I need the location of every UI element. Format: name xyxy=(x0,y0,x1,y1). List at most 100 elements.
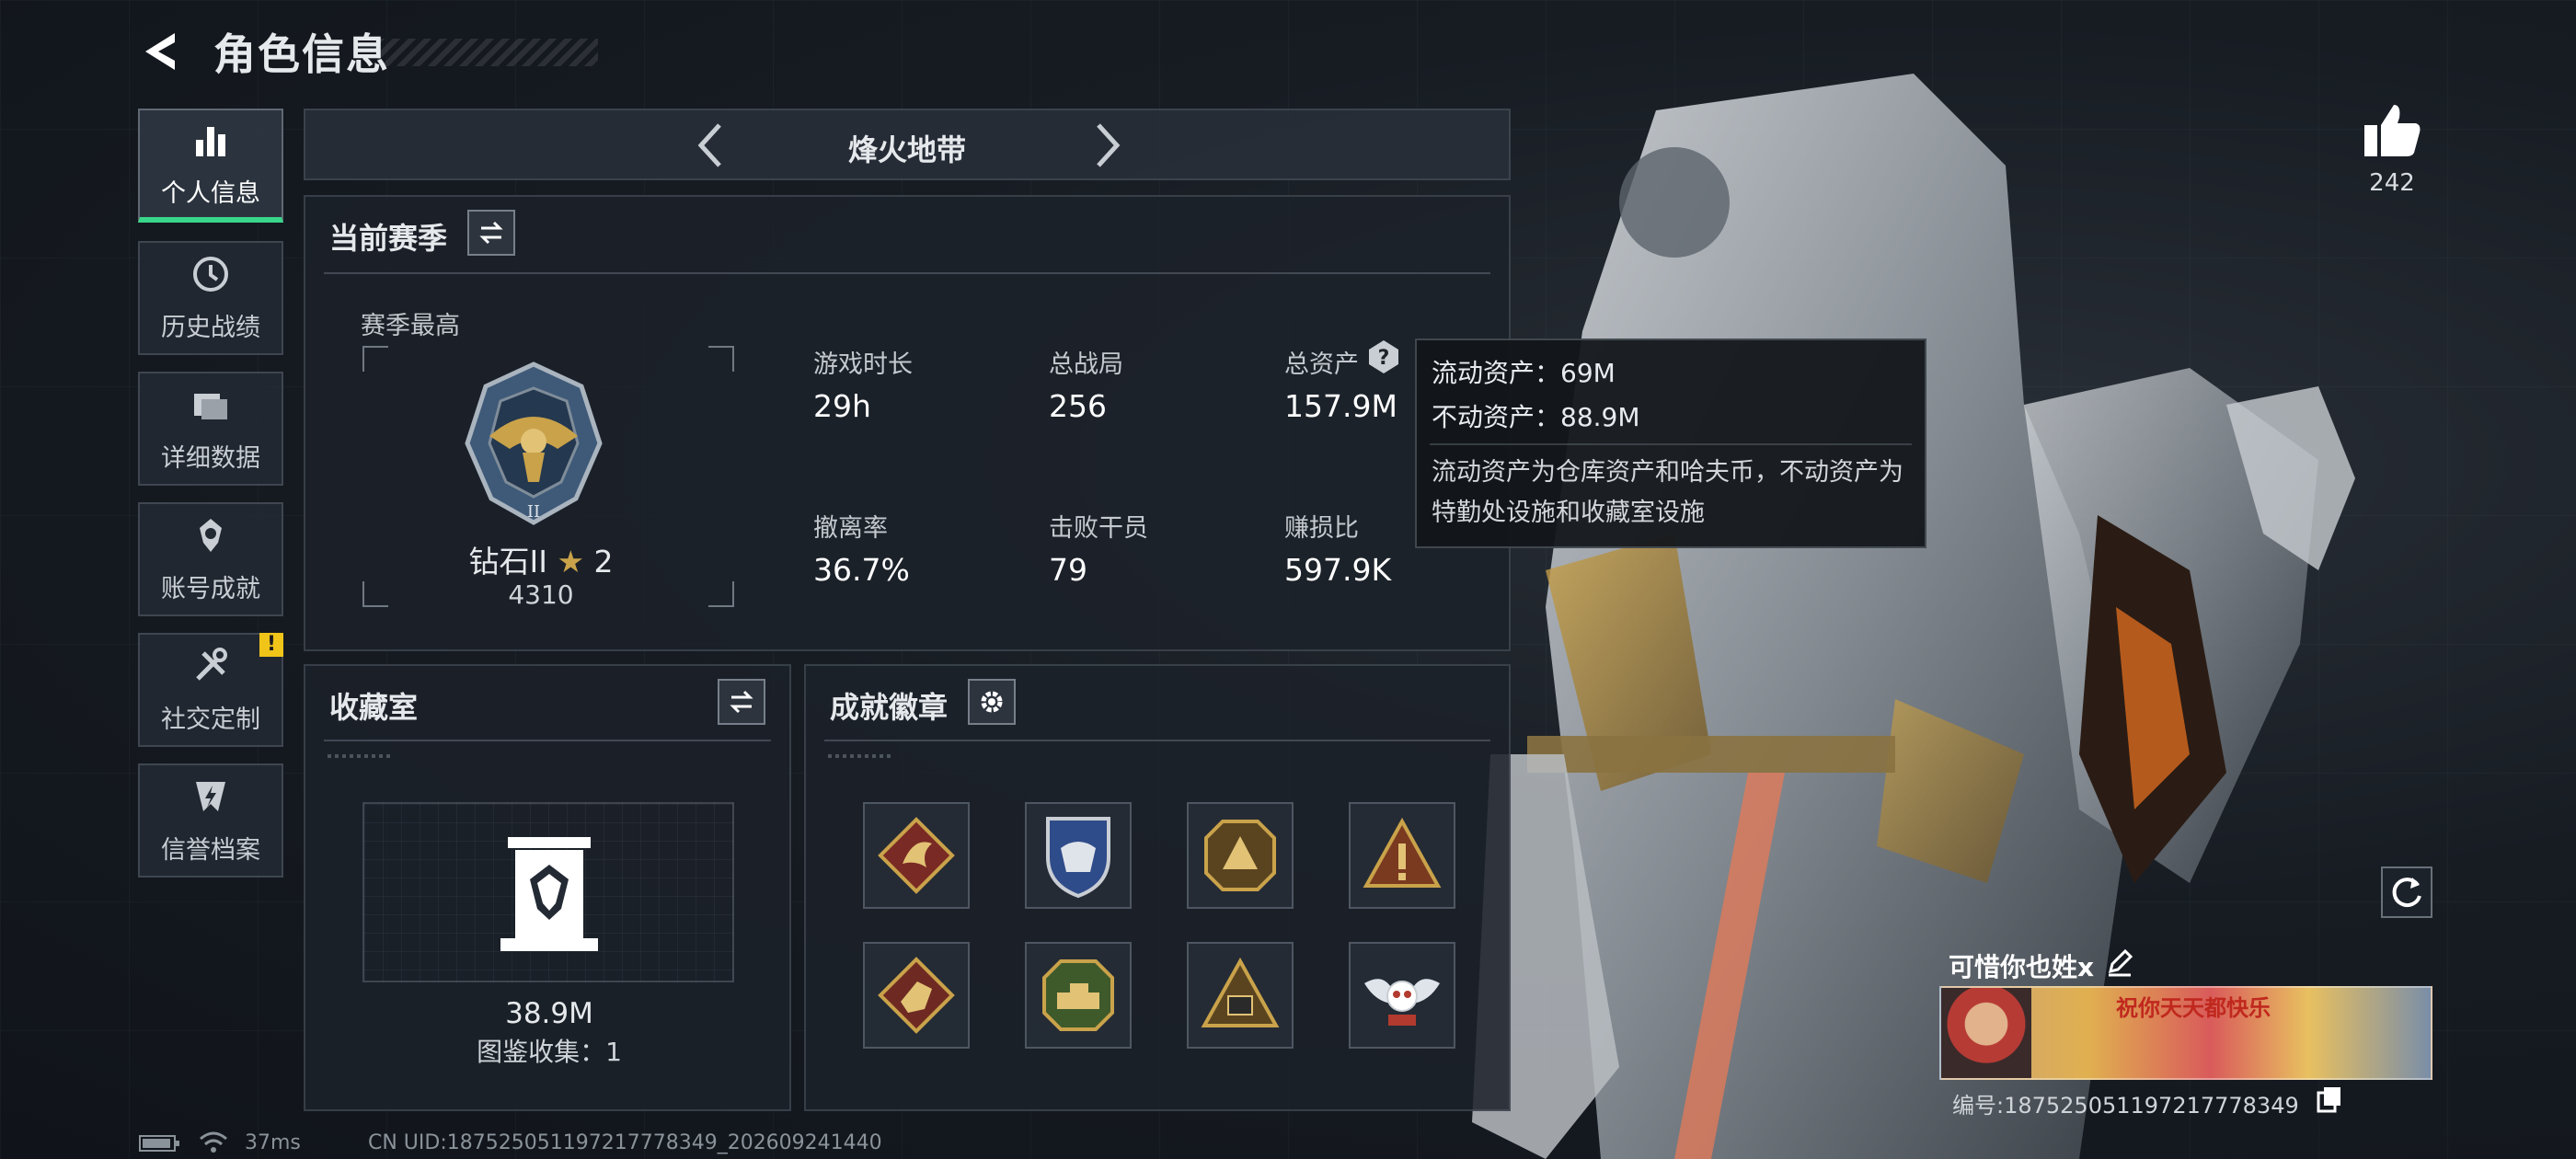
swap-icon xyxy=(730,690,753,714)
badge-slot[interactable] xyxy=(1349,942,1455,1049)
stat-label-extract-rate: 撤离率 xyxy=(813,514,888,543)
nav-label: 账号成就 xyxy=(161,574,260,603)
swap-icon xyxy=(479,221,503,245)
mode-title: 烽火地带 xyxy=(847,132,966,167)
dragon-badge-icon xyxy=(878,817,955,894)
stat-label-total-assets: 总资产 xyxy=(1284,350,1359,379)
switch-collection-button[interactable] xyxy=(718,679,765,725)
decor-rule xyxy=(328,754,392,758)
page-title: 角色信息 xyxy=(213,29,390,79)
nav-label: 信誉档案 xyxy=(161,835,260,865)
badge-settings-button[interactable] xyxy=(968,679,1016,725)
nav-label: 详细数据 xyxy=(161,443,260,473)
tooltip-divider xyxy=(1430,443,1912,445)
player-id: 编号:1875250511972177783​49 xyxy=(1952,1093,2299,1119)
switch-season-button[interactable] xyxy=(467,210,515,256)
badge-slot[interactable] xyxy=(1025,942,1132,1049)
help-question-icon[interactable]: ? xyxy=(1365,339,1402,375)
copy-icon[interactable] xyxy=(2317,1085,2342,1113)
stat-value-operators-defeated: 79 xyxy=(1049,552,1087,588)
stat-label-operators-defeated: 击败干员 xyxy=(1049,514,1148,543)
tooltip-liquid-assets: 流动资产：69M xyxy=(1432,358,1616,388)
collection-title: 收藏室 xyxy=(329,690,419,725)
frame-corner xyxy=(362,346,388,372)
season-panel: 当前赛季 赛季最高 II 钻石II ★ 2 4310 游戏时长 29h 总战局 … xyxy=(304,195,1511,651)
collection-value: 38.9M xyxy=(505,997,593,1030)
collection-panel[interactable]: 收藏室 38.9M 图鉴收集：1 xyxy=(304,664,791,1111)
stat-label-total-matches: 总战局 xyxy=(1049,350,1123,379)
assets-tooltip: 流动资产：69M 不动资产：88.9M 流动资产为仓库资产和哈夫币，不动资产为特… xyxy=(1415,339,1926,548)
battery-icon xyxy=(139,1135,179,1152)
header: 角色信息 xyxy=(138,24,390,79)
gear-icon xyxy=(981,691,1003,713)
uid-text: CN UID:187525051197217778349_20260924144… xyxy=(368,1131,882,1154)
avatar xyxy=(1941,988,2031,1078)
stat-value-total-assets: 157.9M xyxy=(1284,388,1397,424)
pyramid-badge-icon xyxy=(1201,957,1280,1027)
tooltip-fixed-assets: 不动资产：88.9M xyxy=(1432,402,1640,432)
warning-badge: ! xyxy=(259,633,283,657)
rank-stars: 2 xyxy=(593,544,614,580)
stat-value-profit-ratio: 597.9K xyxy=(1284,552,1392,588)
tank-badge-icon xyxy=(1042,959,1114,1031)
winged-skull-badge-icon xyxy=(1364,979,1440,1026)
nav-item-reputation[interactable]: 信誉档案 xyxy=(138,763,283,878)
delta-force-badge-icon xyxy=(1204,820,1276,891)
section-divider xyxy=(824,740,1490,741)
nav-item-detailed-data[interactable]: 详细数据 xyxy=(138,372,283,486)
history-clock-icon xyxy=(193,256,228,292)
medal-icon xyxy=(200,518,222,552)
badge-slot[interactable] xyxy=(863,942,970,1049)
tooltip-description: 流动资产为仓库资产和哈夫币，不动资产为特勤处设施和收藏室设施 xyxy=(1432,458,1903,527)
banner-caption: 祝你天天都快乐 xyxy=(2116,995,2271,1021)
stat-label-profit-ratio: 赚损比 xyxy=(1284,514,1359,543)
frame-corner xyxy=(708,581,734,607)
rotate-model-button[interactable] xyxy=(2381,866,2432,918)
back-arrow-icon[interactable] xyxy=(138,28,182,75)
rank-name: 钻石II xyxy=(468,544,547,580)
achievements-title: 成就徽章 xyxy=(830,690,949,725)
chevron-right-icon[interactable] xyxy=(1089,118,1126,173)
achievements-panel: 成就徽章 xyxy=(804,664,1511,1111)
svg-text:?: ? xyxy=(1378,347,1390,370)
nav-item-personal-info[interactable]: 个人信息 xyxy=(138,109,283,223)
rank-star-icon: ★ xyxy=(557,544,585,580)
edit-name-icon[interactable] xyxy=(2105,947,2134,977)
diamond-rank-emblem: II xyxy=(465,361,603,525)
folder-icon xyxy=(194,393,227,419)
badge-slot[interactable] xyxy=(1349,802,1455,909)
shield-lightning-icon xyxy=(196,781,225,811)
season-highest-label: 赛季最高 xyxy=(361,312,460,340)
shield-badge-icon xyxy=(1046,817,1110,899)
thumbs-up-icon[interactable] xyxy=(2361,101,2423,160)
stat-label-play-time: 游戏时长 xyxy=(813,350,913,379)
like-count: 242 xyxy=(2369,169,2415,197)
warning-triangle-badge-icon xyxy=(1363,817,1442,888)
rank-line: 钻石II ★ 2 xyxy=(394,537,688,581)
svg-text:II: II xyxy=(527,502,540,522)
badge-slot[interactable] xyxy=(863,802,970,909)
stat-value-total-matches: 256 xyxy=(1049,388,1107,424)
fist-badge-icon xyxy=(878,957,955,1034)
nav-item-achievements[interactable]: 账号成就 xyxy=(138,502,283,616)
player-name: 可惜你也姓x xyxy=(1949,952,2095,982)
badge-slot[interactable] xyxy=(1187,942,1294,1049)
decor-rule xyxy=(828,754,892,758)
section-divider xyxy=(324,740,771,741)
refresh-icon xyxy=(2392,878,2421,908)
season-title: 当前赛季 xyxy=(329,221,448,256)
bar-chart-icon xyxy=(196,126,225,156)
tools-icon xyxy=(196,647,227,681)
title-decoration xyxy=(377,39,598,66)
wifi-icon xyxy=(200,1131,227,1153)
badge-slot[interactable] xyxy=(1025,802,1132,909)
section-divider xyxy=(324,272,1490,274)
nav-item-match-history[interactable]: 历史战绩 xyxy=(138,241,283,355)
nav-label: 个人信息 xyxy=(161,178,260,208)
collection-catalog: 图鉴收集：1 xyxy=(477,1037,622,1067)
ping-text: 37ms xyxy=(245,1131,301,1154)
badge-slot[interactable] xyxy=(1187,802,1294,909)
display-case-icon xyxy=(500,837,598,951)
rank-score: 4310 xyxy=(508,580,574,610)
nav-item-social-custom[interactable]: 社交定制 ! xyxy=(138,633,283,747)
